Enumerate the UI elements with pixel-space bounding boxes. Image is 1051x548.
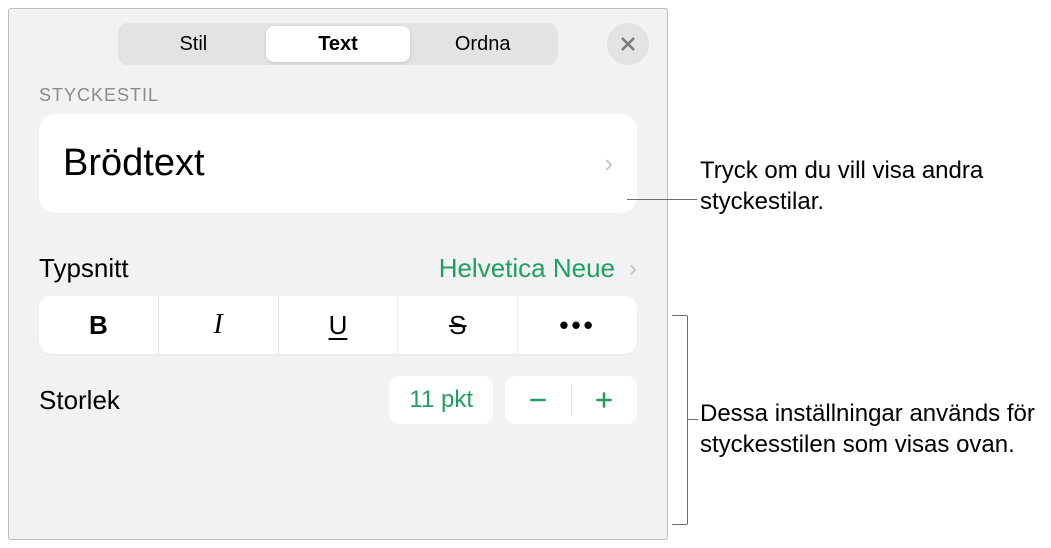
plus-icon — [594, 390, 614, 410]
more-options-button[interactable]: ••• — [518, 296, 637, 354]
callout-leader-line — [627, 199, 697, 200]
callout-paragraph-styles: Tryck om du vill visa andra styckestilar… — [700, 155, 1051, 217]
size-label: Storlek — [39, 385, 120, 416]
size-value-button[interactable]: 11 pkt — [389, 376, 493, 424]
chevron-right-icon: › — [604, 148, 613, 179]
close-button[interactable] — [607, 23, 649, 65]
tab-text[interactable]: Text — [266, 26, 411, 62]
size-row: Storlek 11 pkt — [39, 376, 637, 424]
strikethrough-button[interactable]: S — [398, 296, 518, 354]
font-value-wrap: Helvetica Neue › — [439, 253, 637, 284]
minus-icon — [528, 390, 548, 410]
chevron-right-icon: › — [629, 255, 637, 283]
paragraph-style-selector[interactable]: Brödtext › — [39, 114, 637, 213]
panel-header: Stil Text Ordna — [9, 9, 667, 85]
section-label-paragraph-style: STYCKESTIL — [9, 85, 667, 114]
callout-bracket-stem — [688, 419, 698, 420]
font-row[interactable]: Typsnitt Helvetica Neue › — [39, 253, 637, 284]
italic-button[interactable]: I — [159, 296, 279, 354]
callout-settings: Dessa inställningar används för styckess… — [700, 398, 1051, 460]
bold-button[interactable]: B — [39, 296, 159, 354]
tab-segmented-control: Stil Text Ordna — [118, 23, 558, 65]
size-stepper — [505, 376, 637, 424]
underline-button[interactable]: U — [279, 296, 399, 354]
tab-arrange[interactable]: Ordna — [410, 26, 555, 62]
tab-style[interactable]: Stil — [121, 26, 266, 62]
callout-bracket — [672, 315, 688, 525]
paragraph-style-name: Brödtext — [63, 142, 205, 185]
decrease-size-button[interactable] — [505, 376, 571, 424]
font-value: Helvetica Neue — [439, 253, 615, 284]
format-panel: Stil Text Ordna STYCKESTIL Brödtext › Ty… — [8, 8, 668, 540]
size-controls: 11 pkt — [389, 376, 637, 424]
format-button-group: B I U S ••• — [39, 296, 637, 354]
font-label: Typsnitt — [39, 253, 129, 284]
close-icon — [619, 35, 637, 53]
increase-size-button[interactable] — [572, 376, 638, 424]
